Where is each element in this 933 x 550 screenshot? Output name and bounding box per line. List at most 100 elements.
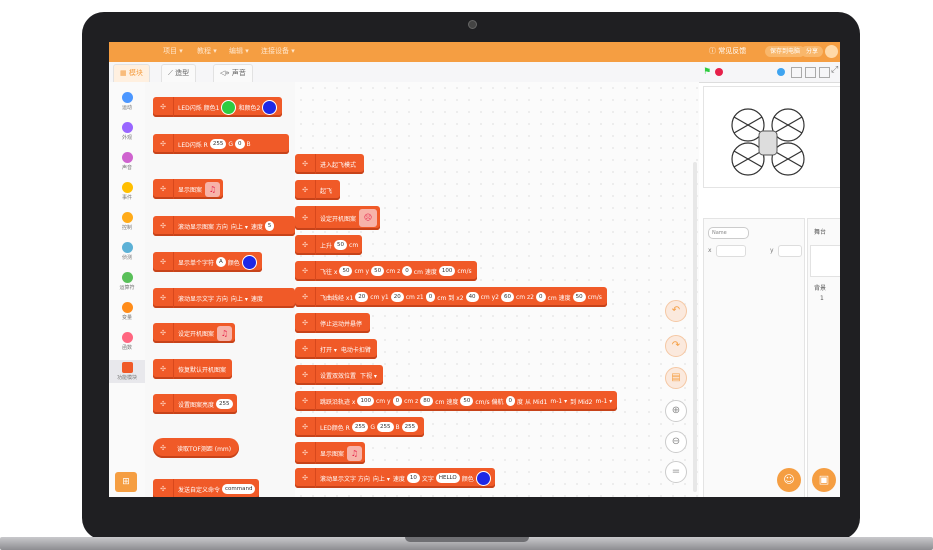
direction-dropdown[interactable]: 向上 ▾ (231, 222, 248, 231)
zoom-out-icon[interactable]: ⊖ (665, 431, 687, 453)
clean-up-icon[interactable]: ▤ (665, 367, 687, 389)
stage-thumbnail[interactable] (810, 245, 840, 277)
small-stage-icon[interactable] (791, 67, 802, 78)
category-looks[interactable]: 外观 (109, 122, 145, 141)
menu-connect-device[interactable]: 连接设备 ▾ (261, 46, 295, 56)
tab-blocks[interactable]: ▦ 模块 (113, 64, 150, 82)
z2-input[interactable]: 0 (536, 292, 546, 302)
menu-edit[interactable]: 编辑 ▾ (229, 46, 249, 56)
music-note-icon[interactable]: ♫ (205, 181, 221, 197)
add-extension-button[interactable]: ⊞ (115, 472, 137, 492)
category-sensing[interactable]: 侦测 (109, 242, 145, 261)
fullscreen-icon[interactable]: ⤢ (831, 65, 838, 75)
position-dropdown[interactable]: 下视 ▾ (360, 371, 377, 380)
text-input[interactable]: HELLO (435, 473, 460, 483)
x-field[interactable] (716, 245, 746, 257)
category-motion[interactable]: 运动 (109, 92, 145, 111)
script-block-ascend[interactable]: ✣ 上升 50 cm (295, 235, 363, 255)
palette-block-led-blink-rgb[interactable]: ✣ LED闪烁 R 255 G 0 B (153, 134, 289, 154)
script-block-jump-trajectory[interactable]: ✣ 跳跃沿轨迹 x 100 cm y 0 cm z 80 cm 速度 50 cm… (295, 391, 618, 411)
g-input[interactable]: 0 (235, 139, 245, 149)
category-events[interactable]: 事件 (109, 182, 145, 201)
palette-block-scroll-text[interactable]: ✣ 滚动显示文字 方向 向上 ▾ 速度 (153, 288, 295, 308)
zoom-in-icon[interactable]: ⊕ (665, 400, 687, 422)
ascend-input[interactable]: 50 (334, 240, 348, 250)
color2-swatch[interactable] (262, 99, 278, 115)
script-block-takeoff[interactable]: ✣ 起飞 (295, 180, 341, 200)
direction-dropdown[interactable]: 向上 ▾ (373, 474, 390, 483)
stop-icon[interactable] (715, 68, 723, 76)
y-input[interactable]: 0 (392, 396, 403, 406)
script-block-stop-hover[interactable]: ✣ 停止运动并悬停 (295, 313, 371, 333)
yaw-input[interactable]: 0 (505, 396, 516, 406)
add-backdrop-button[interactable]: ▣ (812, 468, 836, 492)
share-button[interactable]: 分享 (801, 46, 824, 57)
menu-project[interactable]: 项目 ▾ (163, 46, 183, 56)
palette-block-set-boot-pattern[interactable]: ✣ 设定开机图案 ♫ (153, 323, 236, 343)
x-input[interactable]: 50 (339, 266, 353, 276)
script-block-scroll-text[interactable]: ✣ 滚动显示文字 方向 向上 ▾ 速度 10 文字 HELLO 颜色 (295, 468, 495, 488)
green-flag-icon[interactable]: ⚑ (703, 67, 711, 77)
category-control[interactable]: 控制 (109, 212, 145, 231)
color-swatch[interactable] (241, 254, 257, 270)
mid1-dropdown[interactable]: m-1 ▾ (550, 398, 567, 405)
user-avatar[interactable] (825, 45, 838, 58)
workspace-scrollbar[interactable] (693, 162, 697, 492)
large-stage-icon[interactable] (819, 67, 830, 78)
music-note-icon[interactable]: ♫ (347, 445, 363, 461)
category-variables[interactable]: 变量 (109, 302, 145, 321)
direction-dropdown[interactable]: 向上 ▾ (231, 294, 248, 303)
r-input[interactable]: 255 (351, 422, 369, 432)
speed-input[interactable]: 10 (406, 473, 420, 483)
category-operators[interactable]: 运算符 (109, 272, 145, 291)
palette-block-show-char[interactable]: ✣ 显示单个字符 A 颜色 (153, 252, 262, 272)
category-extension-modules[interactable]: 功能模块 (109, 360, 145, 383)
y-input[interactable]: 50 (371, 266, 385, 276)
y1-input[interactable]: 20 (390, 292, 404, 302)
menu-tutorial[interactable]: 教程 ▾ (197, 46, 217, 56)
script-block-open-arm[interactable]: ✣ 打开 ▾ 电动卡扣臂 (295, 339, 377, 359)
open-dropdown[interactable]: 打开 ▾ (320, 345, 337, 354)
script-block-set-camera-position[interactable]: ✣ 设置双效位置 下视 ▾ (295, 365, 383, 385)
redo-icon[interactable]: ↷ (665, 335, 687, 357)
category-functions[interactable]: 函数 (109, 332, 145, 351)
palette-block-led-blink-colors[interactable]: ✣ LED闪烁 颜色1 和颜色2 (153, 97, 283, 117)
script-block-show-pattern[interactable]: ✣ 显示图案 ♫ (295, 442, 366, 464)
char-input[interactable]: A (216, 257, 226, 267)
zoom-reset-icon[interactable]: = (665, 461, 687, 483)
b-input[interactable]: 255 (401, 422, 419, 432)
y-field[interactable] (778, 245, 802, 257)
x-input[interactable]: 100 (357, 396, 374, 406)
palette-block-set-brightness[interactable]: ✣ 设置图案亮度 255 (153, 394, 237, 414)
x1-input[interactable]: 20 (355, 292, 369, 302)
stage-canvas[interactable] (703, 86, 840, 188)
sprite-name-field[interactable]: Name (708, 227, 749, 239)
z-input[interactable]: 0 (402, 266, 412, 276)
tab-sounds[interactable]: ◁» 声音 (213, 64, 253, 82)
script-block-fly-to[interactable]: ✣ 飞往 x 50 cm y 50 cm z 0 cm 速度 100 cm/s (295, 261, 477, 281)
palette-block-send-command[interactable]: ✣ 发送自定义命令 command (153, 479, 260, 497)
script-block-fly-curve[interactable]: ✣ 飞曲线经 x1 20 cm y1 20 cm z1 0 cm 到 x2 40… (295, 287, 607, 307)
palette-block-read-tof[interactable]: ✣ 读取TOF测距 (mm) (153, 438, 240, 458)
speed-input[interactable]: 5 (264, 221, 275, 231)
g-input[interactable]: 255 (377, 422, 394, 432)
sad-face-pattern-icon[interactable]: ☹ (359, 209, 378, 227)
command-input[interactable]: command (222, 484, 256, 494)
stage-mode-icon[interactable] (777, 68, 785, 76)
speed-input[interactable]: 50 (572, 292, 586, 302)
script-block-set-boot-pattern[interactable]: ✣ 设定开机图案 ☹ (295, 206, 381, 230)
save-to-computer-button[interactable]: 保存到电脑 (765, 46, 806, 57)
help-feedback-link[interactable]: ⓘ 常见反馈 (709, 46, 746, 56)
music-note-icon[interactable]: ♫ (217, 325, 233, 341)
normal-stage-icon[interactable] (805, 67, 816, 78)
z1-input[interactable]: 0 (425, 292, 436, 302)
y2-input[interactable]: 60 (500, 292, 514, 302)
palette-block-scroll-pattern[interactable]: ✣ 滚动显示图案 方向 向上 ▾ 速度 5 (153, 216, 295, 236)
script-block-led-color[interactable]: ✣ LED颜色 R 255 G 255 B 255 (295, 417, 425, 437)
speed-input[interactable]: 100 (438, 266, 456, 276)
add-sprite-button[interactable]: ☺ (777, 468, 801, 492)
color1-swatch[interactable] (221, 99, 237, 115)
script-block-enter-flight-mode[interactable]: ✣ 进入起飞模式 (295, 154, 365, 174)
color-swatch[interactable] (475, 470, 491, 486)
mid2-dropdown[interactable]: m-1 ▾ (595, 398, 612, 405)
